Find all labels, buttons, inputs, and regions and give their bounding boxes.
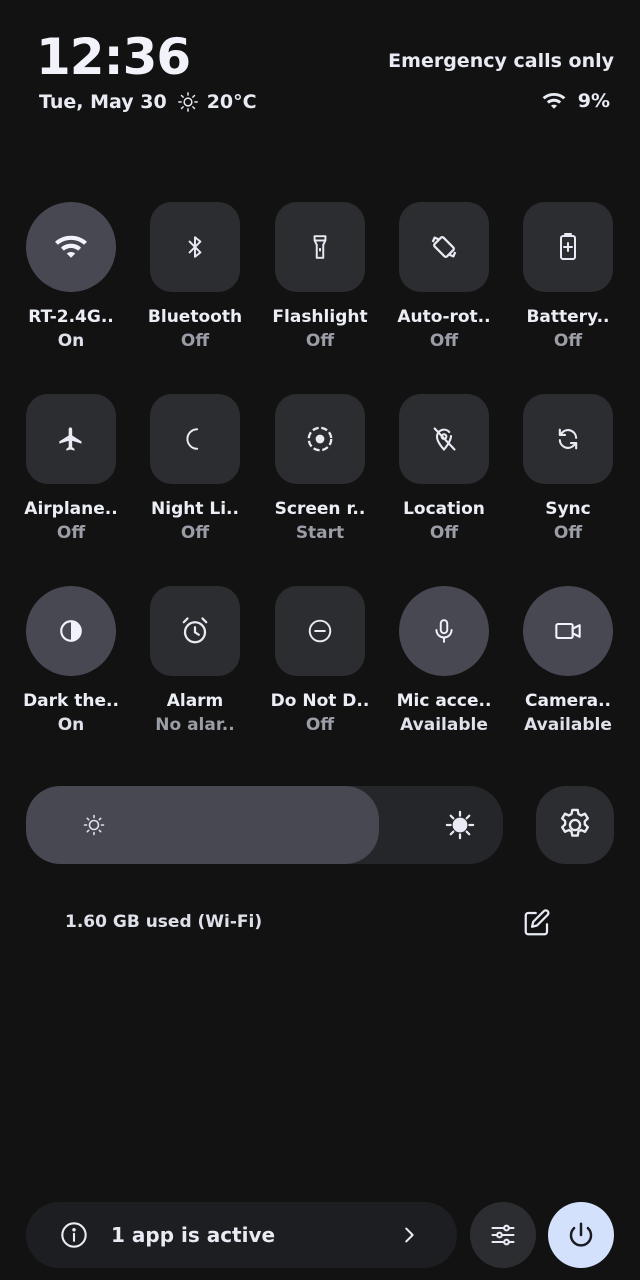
tile-battery-saver[interactable]: Battery.. Off bbox=[506, 202, 630, 362]
tile-state: On bbox=[57, 331, 85, 351]
tune-icon bbox=[489, 1221, 517, 1249]
tile-mic-access[interactable]: Mic acce.. Available bbox=[382, 586, 506, 746]
active-apps-label: 1 app is active bbox=[111, 1223, 276, 1247]
tile-state: On bbox=[57, 715, 85, 735]
brightness-slider[interactable] bbox=[26, 786, 503, 864]
tile-night-light[interactable]: Night Li.. Off bbox=[133, 394, 257, 554]
tile-alarm[interactable]: Alarm No alar.. bbox=[133, 586, 257, 746]
flashlight-icon[interactable] bbox=[275, 202, 365, 292]
tile-state: Off bbox=[180, 523, 210, 543]
info-icon bbox=[60, 1221, 88, 1249]
tile-state: Off bbox=[305, 331, 335, 351]
tile-sync[interactable]: Sync Off bbox=[506, 394, 630, 554]
tile-label: Auto-rot.. bbox=[397, 307, 491, 327]
carrier-status: Emergency calls only bbox=[388, 50, 614, 72]
camera-icon[interactable] bbox=[523, 586, 613, 676]
date-weather-row: Tue, May 30 20°C bbox=[39, 89, 257, 115]
tile-state: Available bbox=[524, 715, 612, 735]
tile-state: Off bbox=[553, 523, 583, 543]
tile-row: Airplane.. Off Night Li.. Off Screen r..… bbox=[0, 394, 640, 586]
active-apps-bar[interactable]: 1 app is active bbox=[26, 1202, 457, 1268]
chevron-right-icon bbox=[398, 1224, 420, 1246]
wifi-icon bbox=[542, 91, 566, 111]
tile-do-not-disturb[interactable]: Do Not D.. Off bbox=[258, 586, 382, 746]
brightness-fill bbox=[26, 786, 379, 864]
quick-settings-grid: RT-2.4G.. On Bluetooth Off Flashlight Of… bbox=[0, 202, 640, 778]
edit-icon bbox=[522, 908, 552, 938]
microphone-icon[interactable] bbox=[399, 586, 489, 676]
alarm-icon[interactable] bbox=[150, 586, 240, 676]
data-usage-label: 1.60 GB used (Wi-Fi) bbox=[65, 912, 263, 932]
tile-label: Night Li.. bbox=[151, 499, 239, 519]
wifi-icon[interactable] bbox=[26, 202, 116, 292]
temperature-label: 20°C bbox=[206, 91, 257, 113]
tile-label: Dark the.. bbox=[23, 691, 119, 711]
tile-state: Off bbox=[305, 715, 335, 735]
battery-saver-icon[interactable] bbox=[523, 202, 613, 292]
tile-label: Location bbox=[403, 499, 485, 519]
airplane-icon[interactable] bbox=[26, 394, 116, 484]
tile-wifi[interactable]: RT-2.4G.. On bbox=[9, 202, 133, 362]
screen-record-icon[interactable] bbox=[275, 394, 365, 484]
tile-label: Camera.. bbox=[525, 691, 611, 711]
tile-state: No alar.. bbox=[155, 715, 235, 735]
tile-location[interactable]: Location Off bbox=[382, 394, 506, 554]
status-icons: 9% bbox=[542, 90, 610, 112]
tile-row: RT-2.4G.. On Bluetooth Off Flashlight Of… bbox=[0, 202, 640, 394]
tile-state: Available bbox=[400, 715, 488, 735]
tile-row: Dark the.. On Alarm No alar.. Do Not D..… bbox=[0, 586, 640, 778]
tile-label: Battery.. bbox=[526, 307, 610, 327]
tile-label: Screen r.. bbox=[274, 499, 366, 519]
tile-screen-record[interactable]: Screen r.. Start bbox=[258, 394, 382, 554]
power-icon bbox=[566, 1220, 596, 1250]
dark-theme-icon[interactable] bbox=[26, 586, 116, 676]
power-button[interactable] bbox=[548, 1202, 614, 1268]
tile-state: Off bbox=[429, 523, 459, 543]
tile-label: Mic acce.. bbox=[396, 691, 492, 711]
tile-bluetooth[interactable]: Bluetooth Off bbox=[133, 202, 257, 362]
tile-state: Off bbox=[553, 331, 583, 351]
brightness-high-icon bbox=[445, 810, 475, 840]
settings-button[interactable] bbox=[536, 786, 614, 864]
tune-button[interactable] bbox=[470, 1202, 536, 1268]
gear-icon bbox=[556, 806, 594, 844]
tile-state: Off bbox=[56, 523, 86, 543]
do-not-disturb-icon[interactable] bbox=[275, 586, 365, 676]
brightness-low-icon bbox=[82, 813, 106, 837]
tile-state: Off bbox=[429, 331, 459, 351]
tile-auto-rotate[interactable]: Auto-rot.. Off bbox=[382, 202, 506, 362]
tile-camera-access[interactable]: Camera.. Available bbox=[506, 586, 630, 746]
moon-icon[interactable] bbox=[150, 394, 240, 484]
tile-airplane[interactable]: Airplane.. Off bbox=[9, 394, 133, 554]
edit-tiles-button[interactable] bbox=[518, 904, 556, 942]
tile-label: Alarm bbox=[166, 691, 224, 711]
tile-dark-theme[interactable]: Dark the.. On bbox=[9, 586, 133, 746]
tile-label: RT-2.4G.. bbox=[28, 307, 114, 327]
tile-flashlight[interactable]: Flashlight Off bbox=[258, 202, 382, 362]
clock: 12:36 bbox=[36, 28, 191, 86]
tile-label: Flashlight bbox=[272, 307, 368, 327]
auto-rotate-icon[interactable] bbox=[399, 202, 489, 292]
bluetooth-icon[interactable] bbox=[150, 202, 240, 292]
battery-percent: 9% bbox=[577, 90, 610, 112]
sync-icon[interactable] bbox=[523, 394, 613, 484]
tile-state: Off bbox=[180, 331, 210, 351]
tile-label: Do Not D.. bbox=[270, 691, 370, 711]
location-off-icon[interactable] bbox=[399, 394, 489, 484]
tile-label: Bluetooth bbox=[147, 307, 243, 327]
sun-icon bbox=[177, 91, 199, 113]
tile-label: Airplane.. bbox=[24, 499, 118, 519]
tile-state: Start bbox=[295, 523, 345, 543]
tile-label: Sync bbox=[545, 499, 591, 519]
date-label: Tue, May 30 bbox=[39, 91, 167, 113]
